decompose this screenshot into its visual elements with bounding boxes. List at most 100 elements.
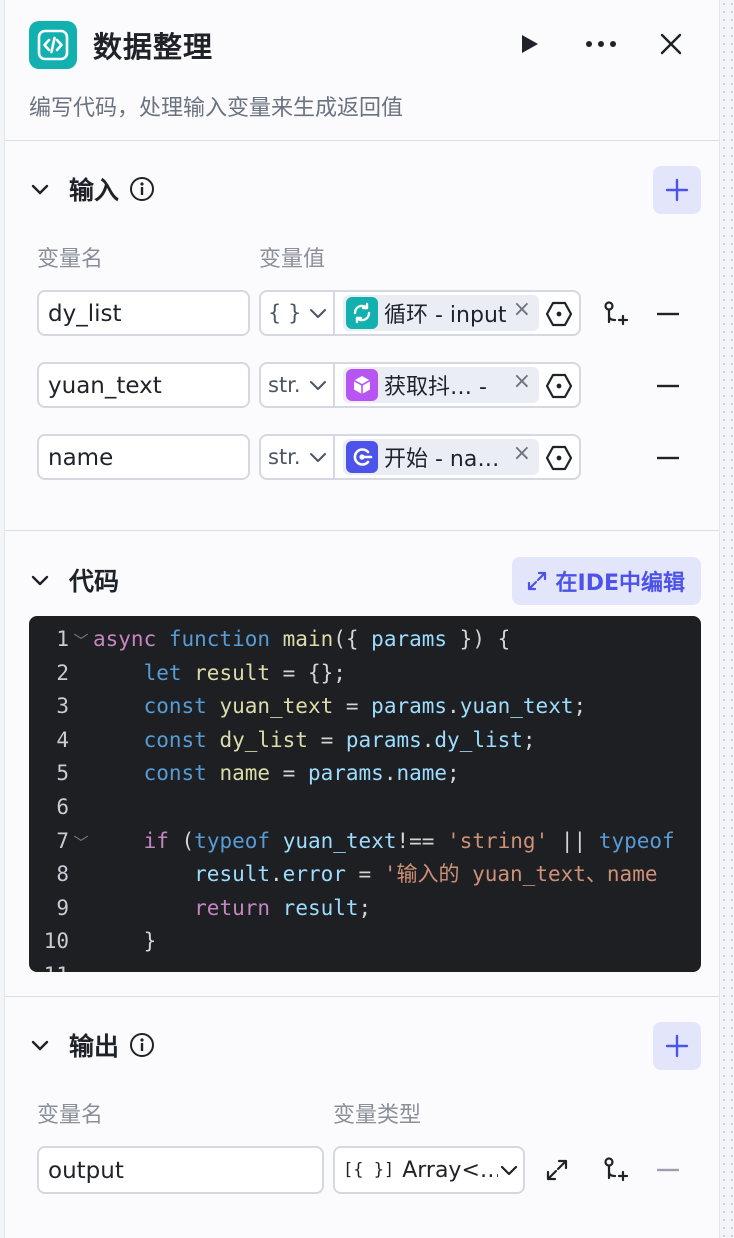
code-line[interactable]: 5 const name = params.name; xyxy=(29,756,701,790)
code-token: = xyxy=(345,862,384,887)
code-line[interactable]: 9 return result; xyxy=(29,891,701,925)
hexagon-setting-icon[interactable] xyxy=(545,300,573,328)
chevron-down-icon xyxy=(310,309,326,318)
code-token: error xyxy=(282,862,346,887)
output-name-field[interactable]: output xyxy=(37,1146,324,1194)
input-name-field[interactable]: name xyxy=(37,434,250,480)
chevron-down-icon[interactable] xyxy=(29,1034,51,1056)
edit-in-ide-button[interactable]: 在IDE中编辑 xyxy=(511,557,701,605)
code-section: 代码 在IDE中编辑 1 ﹀ async function main({ param… xyxy=(5,531,719,997)
reference-label: 循环 - input xyxy=(384,303,507,328)
code-icon xyxy=(29,21,77,69)
code-token: ; xyxy=(522,727,536,752)
close-button[interactable] xyxy=(651,24,691,64)
code-token: . xyxy=(421,727,435,752)
code-token: 'string' xyxy=(447,828,549,853)
info-icon[interactable] xyxy=(129,1032,155,1058)
code-token: = {}; xyxy=(270,660,346,685)
hexagon-setting-icon[interactable] xyxy=(545,372,573,400)
branch-button[interactable] xyxy=(597,1152,633,1188)
code-line[interactable]: 7 ﹀ if (typeof yuan_text!== 'string' || t… xyxy=(29,824,701,858)
code-line[interactable]: 11 xyxy=(29,958,701,972)
more-button[interactable] xyxy=(581,24,621,64)
code-token: const xyxy=(143,694,220,719)
type-label: str. xyxy=(268,373,301,397)
fold-toggle-icon[interactable]: ﹀ xyxy=(69,624,93,658)
panel-header: 数据整理 编写代码，处理输入变量来生成返回值 xyxy=(5,0,719,141)
chevron-down-icon xyxy=(310,453,326,462)
variable-reference-chip[interactable]: 开始 - na… × xyxy=(343,439,539,475)
code-editor[interactable]: 1 ﹀ async function main({ params }) {2 let… xyxy=(29,616,701,972)
remove-row-button[interactable] xyxy=(650,440,686,476)
type-select[interactable]: str. xyxy=(261,436,335,478)
code-token: ( xyxy=(181,828,195,853)
plus-icon xyxy=(665,178,689,202)
chevron-down-icon[interactable] xyxy=(29,569,51,591)
minus-icon xyxy=(657,1168,679,1172)
node-description[interactable]: 编写代码，处理输入变量来生成返回值 xyxy=(29,90,403,122)
output-type-label: Array<… xyxy=(402,1157,499,1183)
line-number: 2 xyxy=(56,660,69,685)
remove-reference-button[interactable]: × xyxy=(513,297,531,322)
input-section-header[interactable]: 输入 xyxy=(29,169,155,209)
info-icon[interactable] xyxy=(129,176,155,202)
code-line[interactable]: 6 xyxy=(29,790,701,824)
run-button[interactable] xyxy=(509,24,549,64)
reference-label: 开始 - na… xyxy=(384,447,500,472)
hexagon-setting-icon[interactable] xyxy=(545,444,573,472)
code-line[interactable]: 10 } xyxy=(29,924,701,958)
code-token: ; xyxy=(447,761,460,786)
input-value-field: str. 获取抖… - × xyxy=(259,362,581,408)
start-icon xyxy=(346,441,378,473)
branch-button[interactable] xyxy=(597,296,633,332)
input-name-field[interactable]: dy_list xyxy=(37,290,250,336)
code-token: !== xyxy=(396,828,448,853)
code-token: typeof xyxy=(194,828,283,853)
expand-output-button[interactable] xyxy=(539,1152,575,1188)
add-output-button[interactable] xyxy=(653,1022,701,1070)
variable-reference-chip[interactable]: 获取抖… - × xyxy=(343,367,539,403)
line-number: 5 xyxy=(56,761,69,786)
type-select[interactable]: str. xyxy=(261,364,335,406)
type-select[interactable]: { } xyxy=(261,292,335,334)
line-number: 3 xyxy=(56,694,69,719)
code-line[interactable]: 3 const yuan_text = params.yuan_text; xyxy=(29,689,701,723)
fold-toggle-icon[interactable]: ﹀ xyxy=(69,826,93,860)
code-token: params xyxy=(307,761,384,786)
node-title[interactable]: 数据整理 xyxy=(93,24,213,66)
output-type-select[interactable]: [{ }] Array<… xyxy=(333,1146,525,1194)
code-token: } xyxy=(93,929,157,954)
add-input-button[interactable] xyxy=(653,166,701,214)
input-name-field[interactable]: yuan_text xyxy=(37,362,250,408)
minus-icon xyxy=(657,312,679,316)
output-section-header[interactable]: 输出 xyxy=(29,1025,155,1065)
input-value-field: { } 循环 - input × xyxy=(259,290,581,336)
plus-icon xyxy=(665,1034,689,1058)
remove-output-button[interactable] xyxy=(650,1152,686,1188)
remove-row-button[interactable] xyxy=(650,368,686,404)
remove-row-button[interactable] xyxy=(650,296,686,332)
code-line[interactable]: 1 ﹀ async function main({ params }) { xyxy=(29,622,701,656)
code-token: yuan_text xyxy=(282,828,397,853)
code-token: params xyxy=(371,694,448,719)
line-number: 10 xyxy=(43,929,69,954)
code-token: typeof xyxy=(598,828,675,853)
remove-reference-button[interactable]: × xyxy=(513,369,531,394)
code-token: return xyxy=(194,895,283,920)
code-token: if xyxy=(143,828,182,853)
code-token: = xyxy=(307,727,346,752)
code-line[interactable]: 8 result.error = '输入的 yuan_text、name xyxy=(29,857,701,891)
variable-reference-chip[interactable]: 循环 - input × xyxy=(343,295,539,331)
code-line[interactable]: 2 let result = {}; xyxy=(29,656,701,690)
code-section-header[interactable]: 代码 xyxy=(29,560,119,600)
line-number: 7 xyxy=(56,828,69,853)
code-line[interactable]: 4 const dy_list = params.dy_list; xyxy=(29,723,701,757)
code-section-title: 代码 xyxy=(69,567,120,596)
chevron-down-icon[interactable] xyxy=(29,178,51,200)
input-section: 输入 变量名 变量值 dy_list { } 循环 - input × yuan… xyxy=(5,141,719,531)
remove-reference-button[interactable]: × xyxy=(513,441,531,466)
more-icon xyxy=(586,41,616,47)
